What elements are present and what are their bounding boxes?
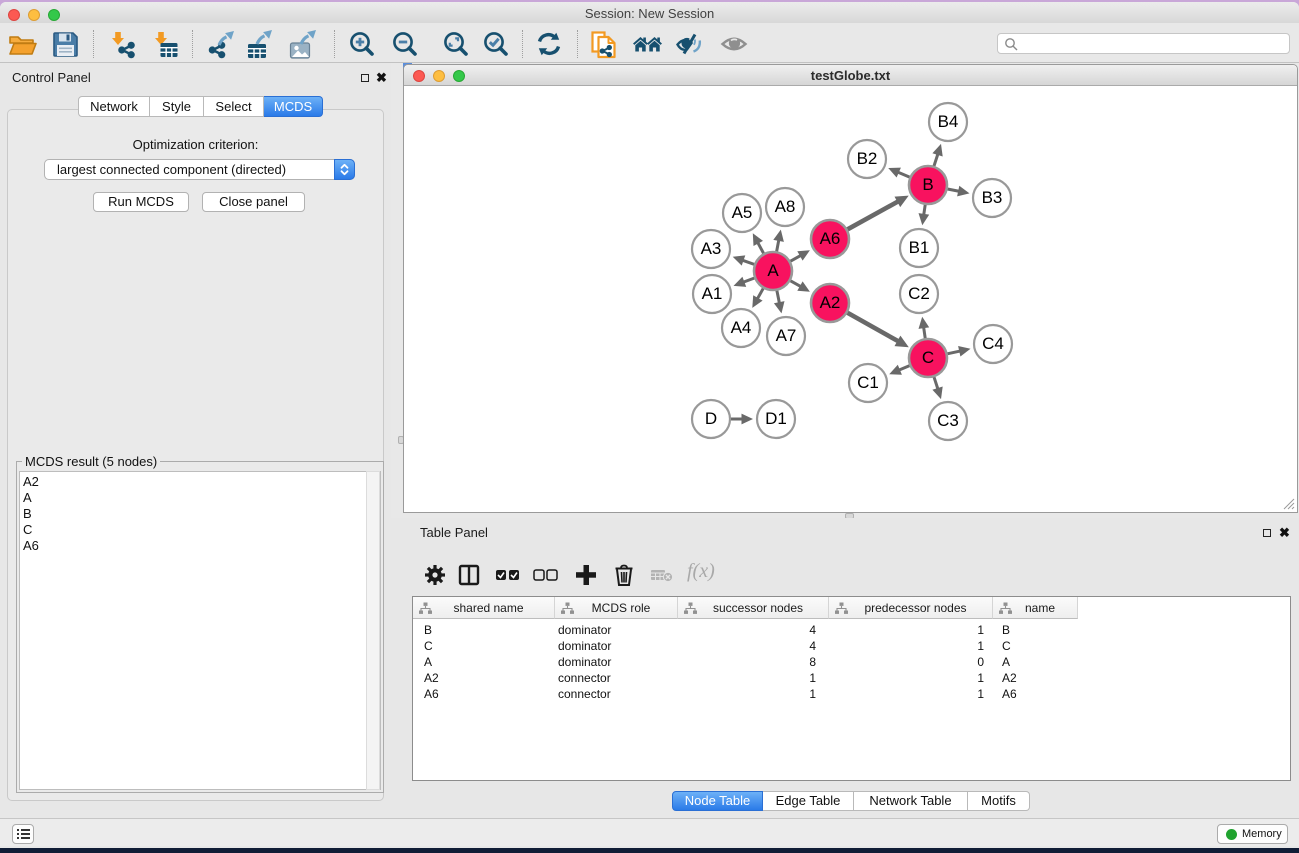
svg-text:A7: A7 bbox=[776, 326, 797, 345]
svg-text:C1: C1 bbox=[857, 373, 879, 392]
svg-text:C4: C4 bbox=[982, 334, 1004, 353]
svg-text:A8: A8 bbox=[775, 197, 796, 216]
svg-text:A3: A3 bbox=[701, 239, 722, 258]
svg-text:B: B bbox=[922, 175, 933, 194]
svg-text:C: C bbox=[922, 348, 934, 367]
svg-text:A4: A4 bbox=[731, 318, 752, 337]
svg-text:D: D bbox=[705, 409, 717, 428]
svg-text:D1: D1 bbox=[765, 409, 787, 428]
svg-text:C3: C3 bbox=[937, 411, 959, 430]
svg-text:A6: A6 bbox=[820, 229, 841, 248]
svg-text:C2: C2 bbox=[908, 284, 930, 303]
svg-text:A1: A1 bbox=[702, 284, 723, 303]
svg-text:B2: B2 bbox=[857, 149, 878, 168]
svg-text:B3: B3 bbox=[982, 188, 1003, 207]
svg-text:A: A bbox=[767, 261, 779, 280]
svg-text:B1: B1 bbox=[909, 238, 930, 257]
svg-text:A2: A2 bbox=[820, 293, 841, 312]
svg-text:B4: B4 bbox=[938, 112, 959, 131]
svg-text:A5: A5 bbox=[732, 203, 753, 222]
